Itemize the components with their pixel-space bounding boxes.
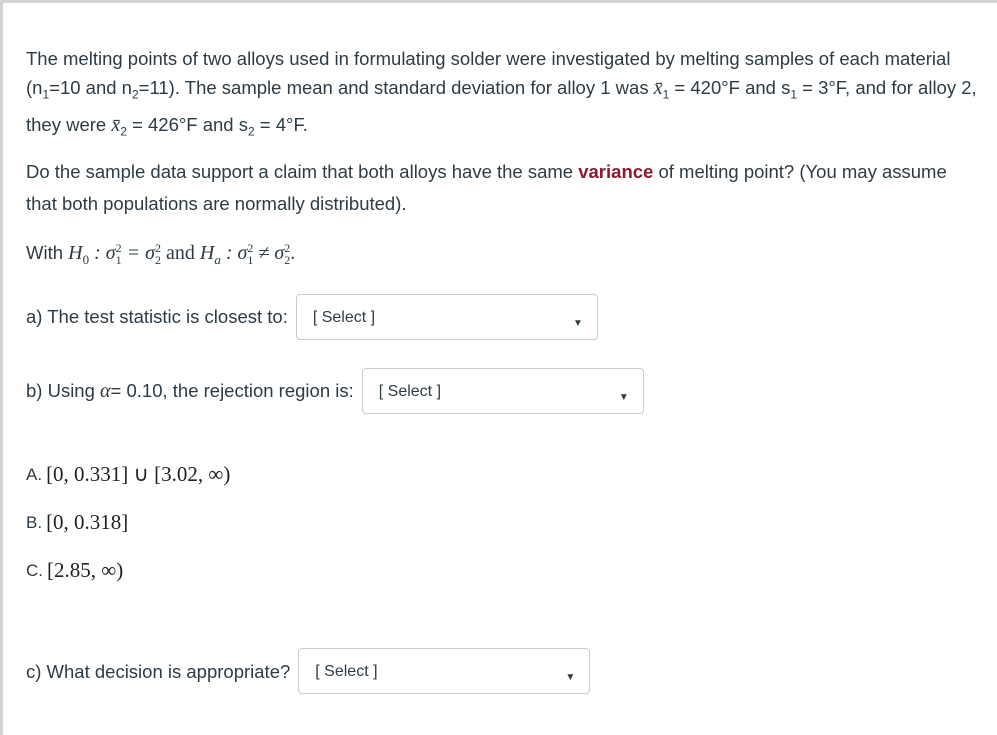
part-b-label-pre: b) Using (26, 380, 101, 401)
xbar2-symbol: x̄ (111, 113, 121, 136)
part-a-label: a) The test statistic is closest to: (26, 305, 288, 327)
test-statistic-select[interactable]: [ Select ] ▼ (295, 294, 598, 340)
option-letter: C. (26, 560, 43, 580)
intro-text: = 420°F and s (669, 77, 791, 98)
and-text: and (160, 242, 200, 265)
sigma2-symbol: = σ (121, 242, 155, 265)
intro-text: = 4°F. (254, 113, 308, 135)
part-b: b) Using α= 0.10, the rejection region i… (26, 368, 644, 414)
xbar2-subscript: 2 (120, 124, 127, 139)
part-b-label: b) Using α= 0.10, the rejection region i… (26, 376, 354, 406)
option-expression: [2.85, ∞) (47, 557, 124, 582)
claim-statement: Do the sample data support a claim that … (26, 156, 966, 220)
s2-subscript: 2 (247, 124, 255, 139)
sigma1-symbol: : σ (220, 242, 248, 265)
part-c: c) What decision is appropriate? [ Selec… (26, 648, 591, 694)
dropdown-arrow-icon: ▼ (565, 672, 576, 683)
ha-symbol: H (199, 242, 215, 265)
part-b-label-post: = 0.10, the rejection region is: (110, 380, 354, 401)
intro-text: =10 and n (49, 77, 132, 98)
claim-text: Do the sample data support a claim that … (26, 161, 579, 182)
sigma2-symbol: ≠ σ (253, 242, 285, 265)
xbar1-symbol: x̄ (653, 77, 663, 99)
select-value: [ Select ] (312, 309, 376, 326)
dropdown-arrow-icon: ▼ (572, 318, 583, 329)
option-c: C. [2.85, ∞) (26, 546, 230, 594)
sigma1-symbol: : σ (89, 242, 116, 265)
problem-statement: The melting points of two alloys used in… (26, 44, 986, 146)
select-value: [ Select ] (315, 663, 378, 680)
decision-select[interactable]: [ Select ] ▼ (298, 648, 591, 694)
dropdown-arrow-icon: ▼ (618, 392, 629, 403)
select-value: [ Select ] (378, 383, 442, 400)
s1-subscript: 1 (790, 87, 798, 102)
hypotheses: With H0 : σ21 = σ22 and Ha : σ21 ≠ σ22. (26, 234, 295, 275)
rejection-region-options: A. [0, 0.331] ∪ [3.02, ∞) B. [0, 0.318] … (26, 450, 230, 594)
option-expression: [0, 0.331] ∪ [3.02, ∞) (46, 461, 231, 486)
option-letter: B. (26, 512, 43, 532)
n2-subscript: 2 (131, 87, 139, 102)
with-text: With (26, 242, 69, 264)
h0-symbol: H (68, 242, 83, 265)
variance-highlight: variance (578, 161, 654, 182)
period: . (290, 242, 296, 265)
option-expression: [0, 0.318] (46, 509, 129, 534)
alpha-symbol: α (100, 380, 111, 402)
intro-text: =11). The sample mean and standard devia… (138, 77, 654, 98)
option-a: A. [0, 0.331] ∪ [3.02, ∞) (26, 450, 230, 498)
rejection-region-select[interactable]: [ Select ] ▼ (361, 368, 644, 414)
option-letter: A. (26, 464, 43, 484)
intro-text: = 426°F and s (126, 113, 248, 135)
option-b: B. [0, 0.318] (26, 498, 230, 546)
part-c-label: c) What decision is appropriate? (26, 660, 291, 682)
part-a: a) The test statistic is closest to: [ S… (26, 292, 598, 340)
